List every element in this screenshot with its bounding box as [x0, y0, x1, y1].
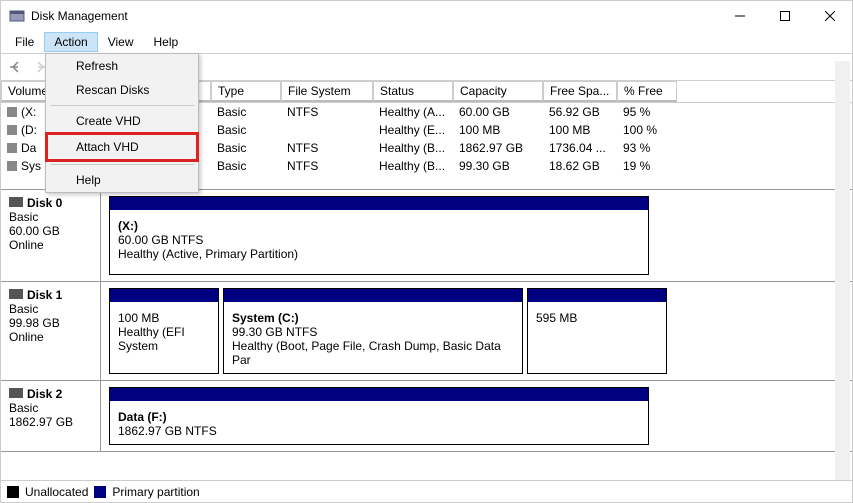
legend-unallocated: Unallocated [25, 485, 88, 499]
type-cell: Basic [211, 121, 281, 139]
minimize-button[interactable] [717, 1, 762, 31]
disk-partitions: 100 MBHealthy (EFI SystemSystem (C:)99.3… [101, 282, 852, 380]
partition-name: Data (F:) [118, 410, 640, 424]
close-button[interactable] [807, 1, 852, 31]
attach-vhd-item[interactable]: Attach VHD [46, 133, 198, 161]
fs-cell: NTFS [281, 103, 373, 121]
disk-partitions: (X:)60.00 GB NTFSHealthy (Active, Primar… [101, 190, 852, 281]
scrollbar[interactable] [835, 61, 850, 480]
action-dropdown: Refresh Rescan Disks Create VHD Attach V… [45, 53, 199, 193]
menu-help[interactable]: Help [144, 32, 189, 52]
status-cell: Healthy (B... [373, 157, 453, 175]
dropdown-separator [50, 105, 194, 106]
capacity-cell: 60.00 GB [453, 103, 543, 121]
partition-status: Healthy (EFI System [118, 325, 210, 353]
rescan-disks-item[interactable]: Rescan Disks [46, 78, 198, 102]
fs-cell: NTFS [281, 157, 373, 175]
free-cell: 1736.04 ... [543, 139, 617, 157]
partition[interactable]: System (C:)99.30 GB NTFSHealthy (Boot, P… [223, 288, 523, 374]
free-cell: 18.62 GB [543, 157, 617, 175]
back-button[interactable] [5, 56, 27, 78]
title-bar: Disk Management [1, 1, 852, 31]
partition[interactable]: 100 MBHealthy (EFI System [109, 288, 219, 374]
partition-name: (X:) [118, 219, 640, 233]
partition-status: Healthy (Active, Primary Partition) [118, 247, 640, 261]
col-filesystem[interactable]: File System [281, 81, 373, 102]
pct-cell: 19 % [617, 157, 677, 175]
pct-cell: 95 % [617, 103, 677, 121]
col-status[interactable]: Status [373, 81, 453, 102]
partition-size: 595 MB [536, 311, 658, 325]
partition-size: 99.30 GB NTFS [232, 325, 514, 339]
capacity-cell: 1862.97 GB [453, 139, 543, 157]
legend: Unallocated Primary partition [1, 480, 852, 502]
help-item[interactable]: Help [46, 168, 198, 192]
capacity-cell: 99.30 GB [453, 157, 543, 175]
window-title: Disk Management [31, 9, 717, 23]
disk-row: Disk 0Basic60.00 GBOnline(X:)60.00 GB NT… [1, 190, 852, 282]
type-cell: Basic [211, 139, 281, 157]
col-free[interactable]: Free Spa... [543, 81, 617, 102]
free-cell: 56.92 GB [543, 103, 617, 121]
partition-stripe [110, 388, 648, 401]
menu-view[interactable]: View [98, 32, 144, 52]
partition-stripe [110, 197, 648, 210]
status-cell: Healthy (A... [373, 103, 453, 121]
free-cell: 100 MB [543, 121, 617, 139]
partition-name: System (C:) [232, 311, 514, 325]
partition-stripe [110, 289, 218, 302]
disk-name: Disk 0 [9, 196, 92, 210]
col-type[interactable]: Type [211, 81, 281, 102]
partition-stripe [224, 289, 522, 302]
menu-action[interactable]: Action [44, 32, 97, 52]
disk-size: 60.00 GB [9, 224, 92, 238]
refresh-item[interactable]: Refresh [46, 54, 198, 78]
maximize-button[interactable] [762, 1, 807, 31]
partition-size: 60.00 GB NTFS [118, 233, 640, 247]
disk-info[interactable]: Disk 0Basic60.00 GBOnline [1, 190, 101, 281]
partition-status: Healthy (Boot, Page File, Crash Dump, Ba… [232, 339, 514, 367]
menu-bar: File Action View Help [1, 31, 852, 53]
disk-type: Basic [9, 401, 92, 415]
create-vhd-item[interactable]: Create VHD [46, 109, 198, 133]
disk-info[interactable]: Disk 2Basic1862.97 GB [1, 381, 101, 451]
disk-type: Basic [9, 210, 92, 224]
partition[interactable]: 595 MB [527, 288, 667, 374]
status-cell: Healthy (B... [373, 139, 453, 157]
col-pctfree[interactable]: % Free [617, 81, 677, 102]
capacity-cell: 100 MB [453, 121, 543, 139]
dropdown-separator [50, 164, 194, 165]
menu-file[interactable]: File [5, 32, 44, 52]
primary-swatch [94, 486, 106, 498]
legend-primary: Primary partition [112, 485, 199, 499]
disk-state: Online [9, 330, 92, 344]
partition-size: 1862.97 GB NTFS [118, 424, 640, 438]
disk-info[interactable]: Disk 1Basic99.98 GBOnline [1, 282, 101, 380]
type-cell: Basic [211, 103, 281, 121]
partition-stripe [528, 289, 666, 302]
disk-state: Online [9, 238, 92, 252]
pct-cell: 100 % [617, 121, 677, 139]
disk-name: Disk 1 [9, 288, 92, 302]
fs-cell [281, 121, 373, 139]
unallocated-swatch [7, 486, 19, 498]
partition[interactable]: Data (F:)1862.97 GB NTFS [109, 387, 649, 445]
col-capacity[interactable]: Capacity [453, 81, 543, 102]
disk-partitions: Data (F:)1862.97 GB NTFS [101, 381, 852, 451]
app-icon [9, 8, 25, 24]
type-cell: Basic [211, 157, 281, 175]
disk-size: 1862.97 GB [9, 415, 92, 429]
disk-row: Disk 1Basic99.98 GBOnline100 MBHealthy (… [1, 282, 852, 381]
disk-type: Basic [9, 302, 92, 316]
disk-pane: Disk 0Basic60.00 GBOnline(X:)60.00 GB NT… [1, 189, 852, 480]
disk-row: Disk 2Basic1862.97 GBData (F:)1862.97 GB… [1, 381, 852, 452]
fs-cell: NTFS [281, 139, 373, 157]
partition[interactable]: (X:)60.00 GB NTFSHealthy (Active, Primar… [109, 196, 649, 275]
pct-cell: 93 % [617, 139, 677, 157]
partition-size: 100 MB [118, 311, 210, 325]
disk-size: 99.98 GB [9, 316, 92, 330]
status-cell: Healthy (E... [373, 121, 453, 139]
disk-name: Disk 2 [9, 387, 92, 401]
